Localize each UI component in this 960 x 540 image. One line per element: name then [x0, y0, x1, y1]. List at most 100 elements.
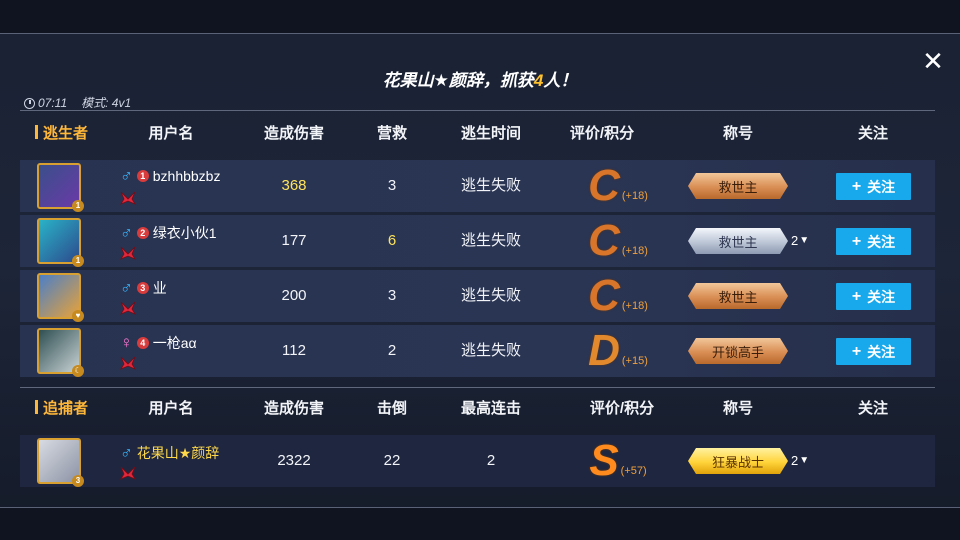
match-mode: 模式: 4v1: [81, 96, 132, 110]
headline-count: 4: [533, 71, 544, 90]
title-badge[interactable]: 开锁高手: [688, 338, 788, 364]
headline-prefix: 花果山★颜辞，抓获: [382, 71, 534, 90]
knockdown-value: 22: [383, 452, 401, 469]
title-badge[interactable]: 救世主: [688, 228, 788, 254]
rank-badge: 2: [136, 227, 149, 239]
title-count[interactable]: 2 ▼: [791, 448, 809, 474]
match-time: 07:11: [24, 96, 67, 110]
grade-letter: C: [588, 161, 620, 210]
col-damage: 造成伤害: [263, 400, 325, 417]
divider: [20, 110, 935, 111]
male-icon: ♂: [120, 278, 133, 297]
match-time-value: 07:11: [38, 95, 68, 110]
table-row: ☾ ♀ 4 一枪aα 112 2 逃生失败 D (+15) 开锁高手 + 关注: [20, 325, 935, 377]
caret-down-icon: ▼: [799, 455, 810, 466]
follow-button[interactable]: + 关注: [836, 228, 911, 255]
player-name-text: 花果山★颜辞: [136, 445, 220, 461]
rank-emblem-icon: [120, 246, 136, 260]
follow-button[interactable]: + 关注: [836, 338, 911, 365]
damage-value: 177: [281, 232, 307, 249]
player-name-text: bzhhbbzbz: [152, 168, 221, 184]
title-badge[interactable]: 救世主: [688, 283, 788, 309]
male-icon: ♂: [120, 443, 133, 462]
male-icon: ♂: [120, 223, 133, 242]
plus-icon: +: [851, 177, 862, 195]
grade-points: (+18): [621, 190, 648, 202]
plus-icon: +: [851, 287, 862, 305]
avatar[interactable]: 3: [37, 438, 84, 487]
grade-letter: S: [589, 436, 619, 485]
female-icon: ♀: [120, 333, 133, 352]
hunter-header: 追捕者 用户名 造成伤害 击倒 最高连击 评价/积分 称号 关注: [20, 397, 935, 419]
grade: C (+18): [588, 274, 648, 318]
male-icon: ♂: [120, 166, 133, 185]
avatar[interactable]: 1: [37, 218, 84, 267]
page-title: 花果山★颜辞，抓获4人！: [0, 66, 960, 91]
escape-time-value: 逃生失败: [460, 342, 522, 359]
grade-points: (+18): [621, 300, 648, 312]
grade-points: (+57): [620, 465, 647, 477]
combo-value: 2: [486, 452, 496, 469]
player-name: ♂ 3 业: [120, 278, 167, 298]
col-user: 用户名: [148, 125, 194, 142]
grade: C (+18): [588, 219, 648, 263]
table-row: ♥ ♂ 3 业 200 3 逃生失败 C (+18) 救世主 + 关注: [20, 270, 935, 322]
plus-icon: +: [851, 342, 862, 360]
rescue-value: 6: [387, 232, 397, 249]
title-badge[interactable]: 救世主: [688, 173, 788, 199]
rank-badge: 1: [136, 170, 149, 182]
col-rating: 评价/积分: [589, 400, 655, 417]
bottom-band: [0, 508, 960, 540]
avatar[interactable]: ☾: [37, 328, 84, 377]
escape-time-value: 逃生失败: [460, 177, 522, 194]
player-name: ♂ 1 bzhhbbzbz: [120, 166, 221, 185]
avatar[interactable]: 1: [37, 163, 84, 212]
title-badge[interactable]: 狂暴战士: [688, 448, 788, 474]
match-meta: 07:11 模式: 4v1: [24, 94, 131, 111]
col-damage: 造成伤害: [263, 125, 325, 142]
title-count[interactable]: 2 ▼: [791, 228, 809, 254]
col-combo: 最高连击: [460, 400, 522, 417]
col-user: 用户名: [148, 400, 194, 417]
rank-emblem-icon: [120, 356, 136, 370]
follow-label: 关注: [867, 343, 896, 360]
col-rating: 评价/积分: [569, 125, 635, 142]
rescue-value: 2: [387, 342, 397, 359]
rescue-value: 3: [387, 287, 397, 304]
title-count-value: 2: [791, 453, 799, 468]
table-row: 1 ♂ 1 bzhhbbzbz 368 3 逃生失败 C (+18) 救世主 +…: [20, 160, 935, 212]
avatar[interactable]: ♥: [37, 273, 84, 322]
plus-icon: +: [851, 232, 862, 250]
escape-time-value: 逃生失败: [460, 287, 522, 304]
player-name-text: 绿衣小伙1: [152, 225, 217, 241]
escape-time-value: 逃生失败: [460, 232, 522, 249]
table-row: 1 ♂ 2 绿衣小伙1 177 6 逃生失败 C (+18) 救世主 2 ▼ + 关…: [20, 215, 935, 267]
damage-value: 2322: [277, 452, 311, 469]
grade-points: (+15): [621, 355, 648, 367]
player-name: ♂ 花果山★颜辞: [120, 443, 219, 463]
title-count-value: 2: [791, 233, 799, 248]
follow-label: 关注: [867, 288, 896, 305]
col-follow: 关注: [857, 400, 889, 417]
rank-badge: 3: [136, 282, 149, 294]
hunter-team-label: 追捕者: [35, 397, 88, 418]
follow-button[interactable]: + 关注: [836, 173, 911, 200]
damage-value: 368: [281, 177, 307, 194]
player-name-text: 业: [152, 280, 167, 296]
caret-down-icon: ▼: [799, 235, 810, 246]
player-name: ♀ 4 一枪aα: [120, 333, 197, 353]
divider: [20, 387, 935, 388]
top-band: [0, 0, 960, 33]
headline-suffix: 人！: [543, 71, 578, 90]
clock-icon: [24, 97, 35, 109]
col-title: 称号: [722, 125, 754, 142]
grade-letter: D: [588, 326, 620, 375]
damage-value: 112: [282, 342, 306, 359]
table-row: 3 ♂ 花果山★颜辞 2322 22 2 S (+57) 狂暴战士 2 ▼: [20, 435, 935, 487]
escapee-header: 逃生者 用户名 造成伤害 营救 逃生时间 评价/积分 称号 关注: [20, 122, 935, 144]
col-knockdown: 击倒: [376, 400, 408, 417]
escapee-team-label: 逃生者: [35, 122, 88, 143]
col-escape-time: 逃生时间: [460, 125, 522, 142]
damage-value: 200: [281, 287, 307, 304]
follow-button[interactable]: + 关注: [836, 283, 911, 310]
